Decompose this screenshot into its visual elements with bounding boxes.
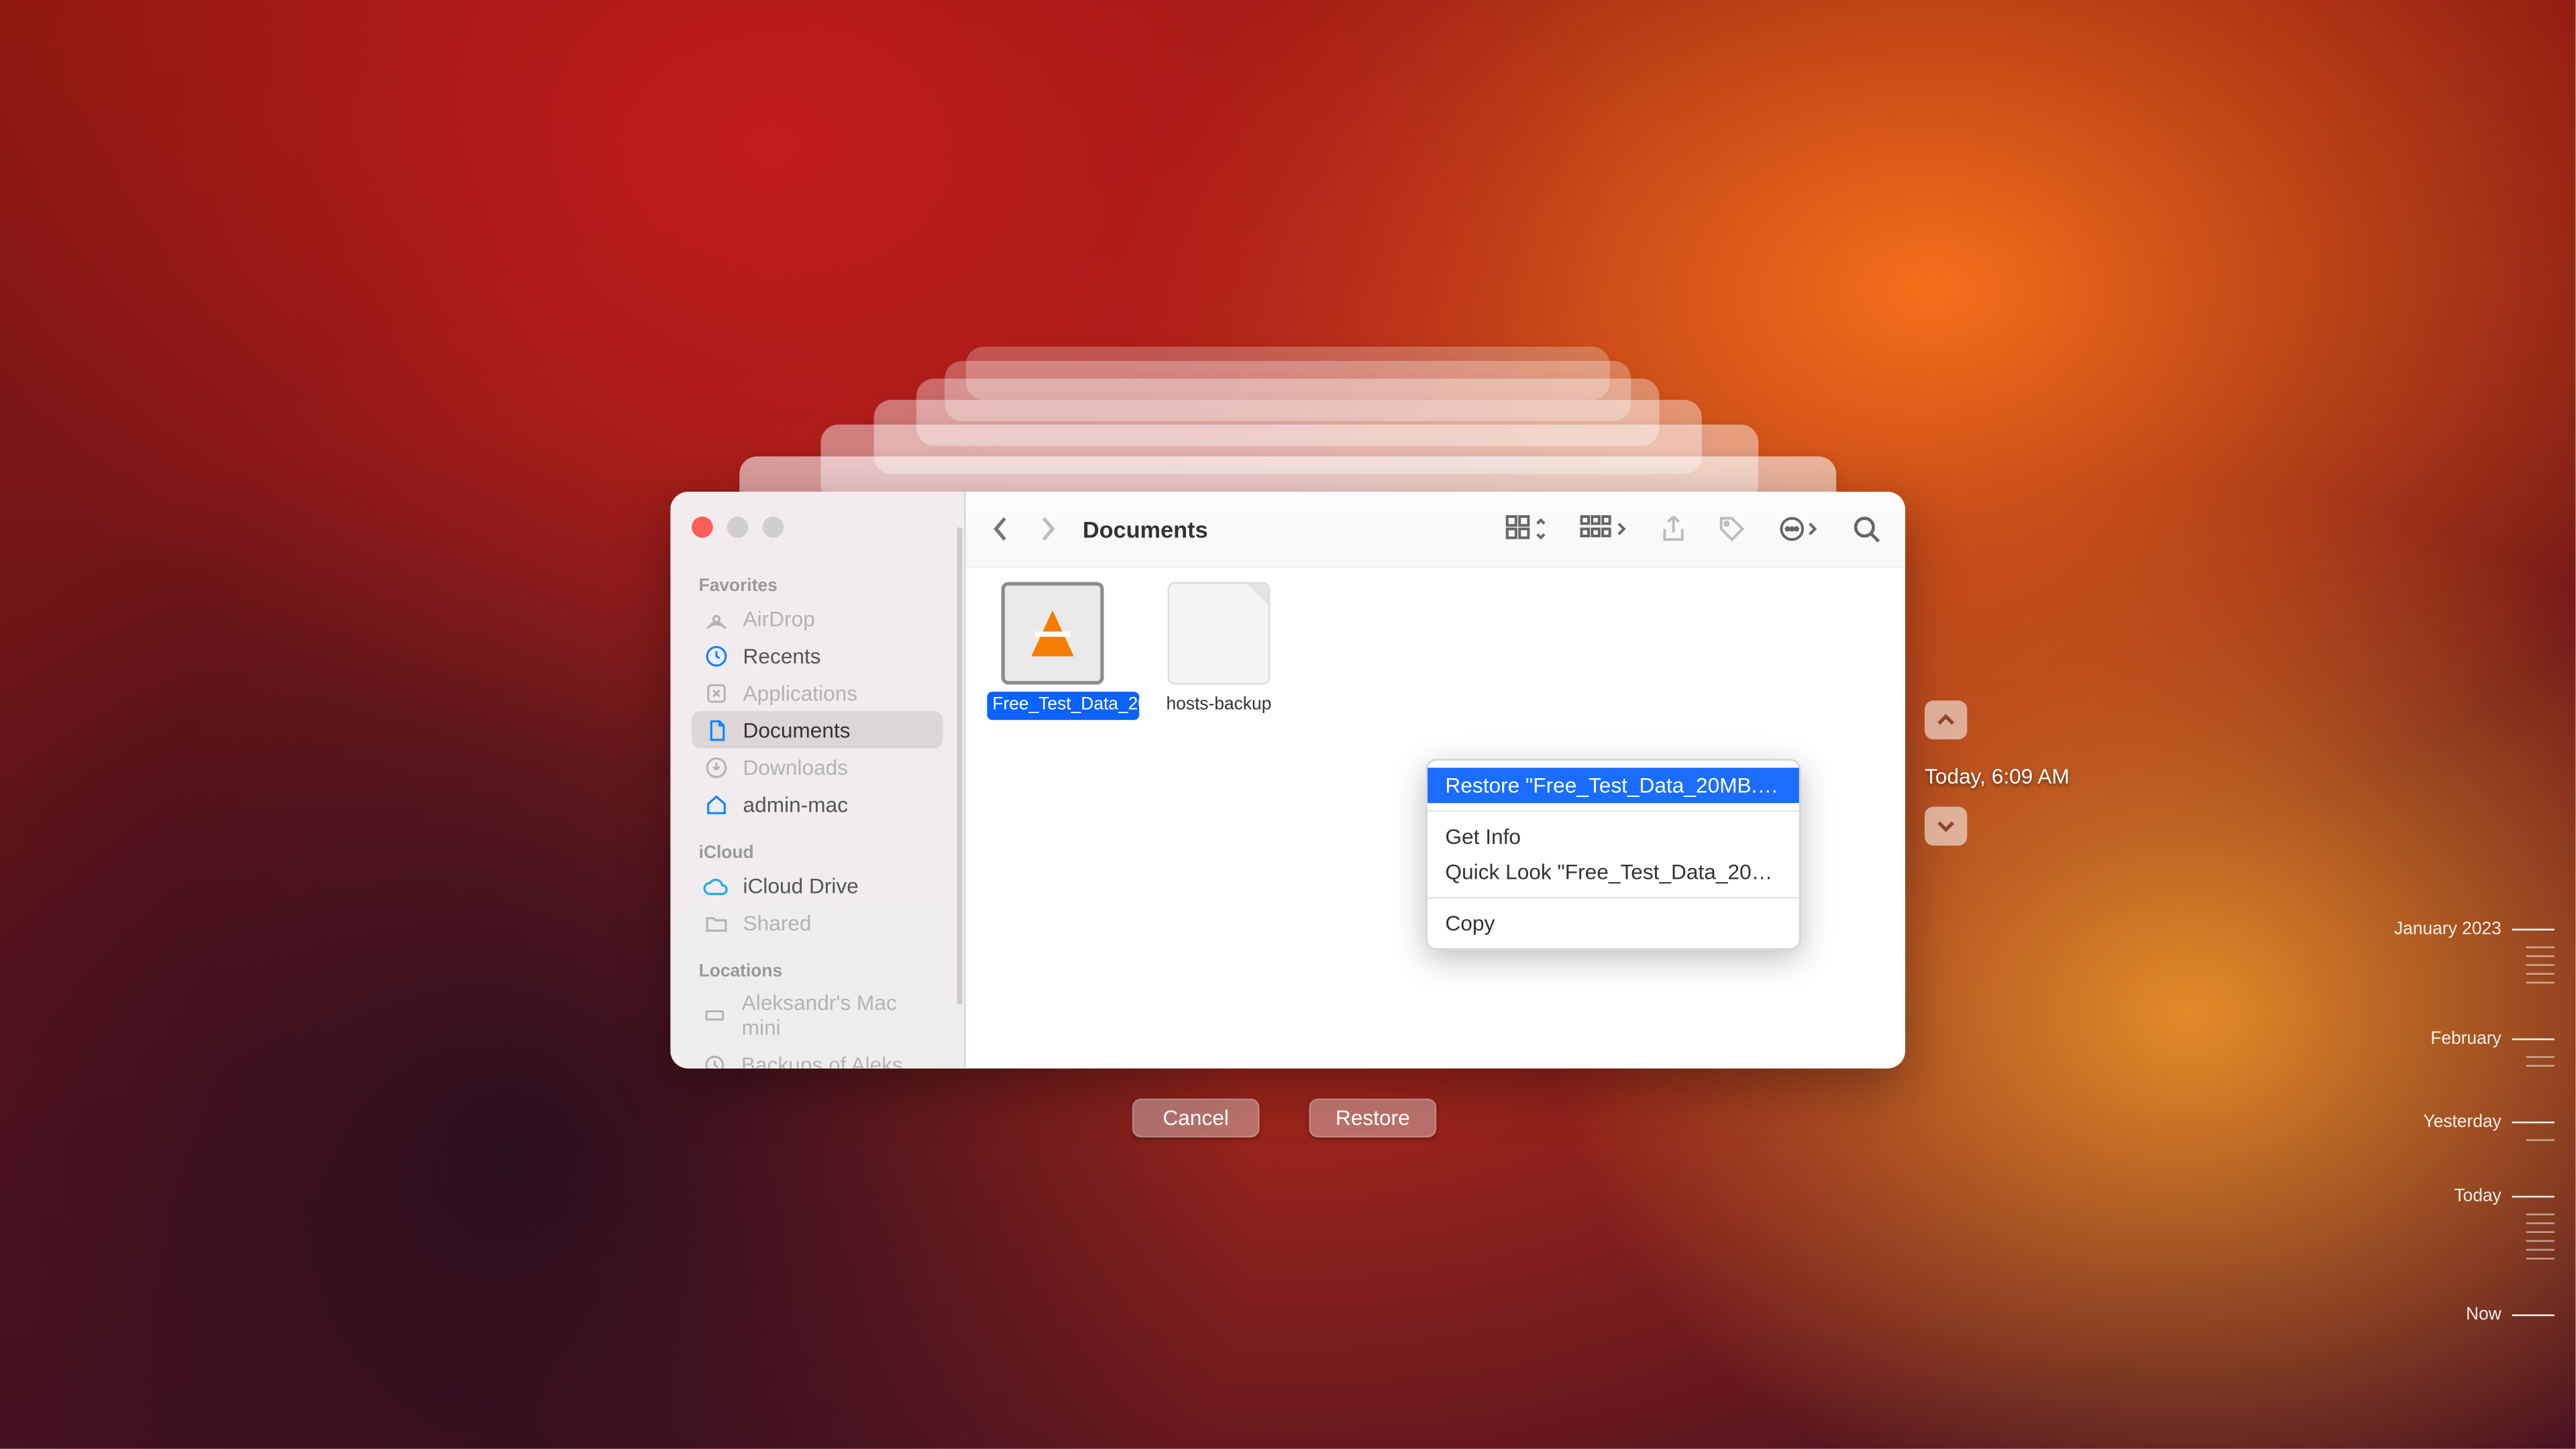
sidebar-item-home[interactable]: admin-mac: [692, 786, 943, 822]
timeline-mark-label: February: [2430, 1030, 2502, 1049]
context-menu-copy[interactable]: Copy: [1428, 906, 1799, 941]
timeline-mark-label: Today: [2454, 1187, 2501, 1206]
timeline-mark-label: Now: [2466, 1305, 2502, 1325]
cancel-button[interactable]: Cancel: [1132, 1099, 1260, 1138]
sidebar-item-label: Documents: [743, 717, 851, 742]
context-menu-restore-to[interactable]: Restore "Free_Test_Data_20MB.mxf" to…: [1428, 767, 1799, 803]
sidebar-section-locations: Locations: [692, 952, 943, 985]
sidebar-item-applications[interactable]: Applications: [692, 674, 943, 711]
finder-sidebar: Favorites AirDrop Recents: [670, 492, 965, 1069]
sidebar-item-airdrop[interactable]: AirDrop: [692, 600, 943, 637]
sidebar-item-label: admin-mac: [743, 792, 849, 816]
context-menu-get-info[interactable]: Get Info: [1428, 819, 1799, 855]
sidebar-section-icloud: iCloud: [692, 833, 943, 867]
sidebar-item-label: Backups of Aleksandr'…: [741, 1052, 932, 1069]
sidebar-item-downloads[interactable]: Downloads: [692, 748, 943, 785]
sidebar-item-label: Applications: [743, 680, 858, 705]
finder-main: Documents: [966, 492, 1905, 1069]
computer-icon: [702, 1002, 728, 1029]
sidebar-item-label: Recents: [743, 643, 821, 668]
window-close-button[interactable]: [692, 517, 713, 538]
timeline-mark-label: January 2023: [2394, 920, 2502, 939]
sidebar-item-backups[interactable]: Backups of Aleksandr'…: [692, 1045, 943, 1068]
window-traffic-lights: [670, 509, 964, 555]
file-name-label: hosts-backup: [1161, 692, 1277, 720]
context-menu-separator: [1428, 810, 1799, 812]
file-name-label: Free_Test_Data_20MB.mxf: [987, 692, 1139, 720]
sidebar-item-shared[interactable]: Shared: [692, 904, 943, 941]
page-fold-icon: [1247, 584, 1269, 605]
clock-icon: [702, 642, 729, 669]
vlc-cone-icon: [1031, 610, 1073, 657]
restore-button[interactable]: Restore: [1309, 1099, 1436, 1138]
action-menu-button[interactable]: [1771, 504, 1827, 554]
timeline-scale[interactable]: January 2023 February Yesterday Today No…: [2392, 920, 2555, 1332]
time-machine-action-bar: Cancel Restore: [1132, 1099, 1437, 1138]
sidebar-item-documents[interactable]: Documents: [692, 711, 943, 748]
applications-icon: [702, 680, 729, 706]
sidebar-scrollbar[interactable]: [957, 527, 963, 1005]
timeline-up-button[interactable]: [1925, 700, 1967, 739]
sidebar-item-label: iCloud Drive: [743, 873, 859, 898]
timeline-down-button[interactable]: [1925, 806, 1967, 845]
share-button[interactable]: [1654, 504, 1693, 554]
sidebar-item-mac-mini[interactable]: Aleksandr's Mac mini: [692, 985, 943, 1046]
sidebar-item-recents[interactable]: Recents: [692, 637, 943, 674]
finder-toolbar: Documents: [966, 492, 1905, 568]
sidebar-item-icloud-drive[interactable]: iCloud Drive: [692, 867, 943, 904]
sidebar-section-favorites: Favorites: [692, 566, 943, 600]
nav-forward-button[interactable]: [1030, 504, 1065, 554]
context-menu-quick-look[interactable]: Quick Look "Free_Test_Data_20MB.mxf": [1428, 855, 1799, 890]
sidebar-item-label: Downloads: [743, 755, 849, 780]
sidebar-item-label: AirDrop: [743, 606, 815, 631]
timeline-current-label: Today, 6:09 AM: [1925, 764, 2070, 789]
group-by-button[interactable]: [1572, 504, 1636, 554]
context-menu-separator: [1428, 897, 1799, 899]
view-mode-button[interactable]: [1499, 504, 1555, 554]
window-zoom-button[interactable]: [763, 517, 784, 538]
window-minimize-button[interactable]: [727, 517, 749, 538]
tags-button[interactable]: [1711, 504, 1753, 554]
finder-content[interactable]: Free_Test_Data_20MB.mxf hosts-backup Res…: [966, 568, 1905, 1068]
file-item-selected[interactable]: Free_Test_Data_20MB.mxf: [987, 582, 1118, 720]
sidebar-item-label: Aleksandr's Mac mini: [742, 991, 932, 1040]
file-thumbnail: [1167, 582, 1270, 685]
nav-back-button[interactable]: [983, 504, 1019, 554]
downloads-icon: [702, 753, 729, 780]
home-icon: [702, 791, 729, 818]
sidebar-item-label: Shared: [743, 910, 812, 935]
finder-title: Documents: [1083, 516, 1208, 543]
shared-folder-icon: [702, 909, 729, 936]
search-button[interactable]: [1845, 504, 1887, 554]
document-icon: [702, 716, 729, 743]
timeline-mark-label: Yesterday: [2423, 1113, 2501, 1132]
context-menu: Restore "Free_Test_Data_20MB.mxf" to… Ge…: [1426, 759, 1801, 950]
file-item[interactable]: hosts-backup: [1153, 582, 1284, 720]
time-machine-icon: [702, 1051, 727, 1068]
airdrop-icon: [702, 605, 729, 632]
cloud-icon: [702, 872, 729, 899]
file-thumbnail: [1002, 582, 1104, 685]
finder-window: Favorites AirDrop Recents: [670, 492, 1905, 1069]
